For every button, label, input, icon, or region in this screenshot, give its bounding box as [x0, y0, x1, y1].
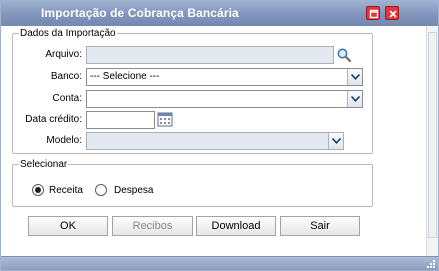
- select-type-group: Selecionar: [12, 159, 373, 207]
- maximize-icon: [369, 9, 379, 19]
- chevron-down-icon: [351, 96, 360, 102]
- banco-dropdown-button[interactable]: [347, 69, 362, 85]
- conta-dropdown-button[interactable]: [347, 91, 362, 107]
- modelo-select[interactable]: [86, 132, 344, 150]
- calendar-icon[interactable]: [157, 111, 173, 127]
- import-data-legend: Dados da Importação: [20, 28, 116, 39]
- chevron-down-icon: [351, 74, 360, 80]
- ok-button[interactable]: OK: [28, 216, 108, 236]
- despesa-label[interactable]: Despesa: [114, 185, 153, 196]
- window-title: Importação de Cobrança Bancária: [41, 6, 239, 20]
- import-window: Importação de Cobrança Bancária Dados da…: [0, 0, 439, 271]
- data-credito-field[interactable]: [86, 111, 155, 129]
- close-icon: [389, 10, 397, 18]
- maximize-button[interactable]: [366, 6, 380, 20]
- data-credito-label: Data crédito:: [25, 114, 82, 125]
- vertical-scrollbar[interactable]: [426, 26, 438, 257]
- radio-selected-dot: [35, 187, 41, 193]
- close-button[interactable]: [385, 6, 399, 20]
- banco-label: Banco:: [50, 71, 82, 82]
- conta-select[interactable]: [86, 90, 363, 108]
- download-button[interactable]: Download: [196, 216, 276, 236]
- scrollbar-thumb[interactable]: [428, 32, 437, 238]
- modelo-dropdown-button[interactable]: [328, 133, 343, 149]
- select-type-legend: Selecionar: [20, 159, 68, 170]
- sair-button[interactable]: Sair: [280, 216, 360, 236]
- receita-label[interactable]: Receita: [49, 185, 83, 196]
- title-bar[interactable]: Importação de Cobrança Bancária: [1, 1, 438, 26]
- modelo-label: Modelo:: [46, 135, 82, 146]
- resize-grip-icon[interactable]: [426, 259, 436, 269]
- banco-select[interactable]: --- Selecione ---: [86, 68, 363, 86]
- chevron-down-icon: [332, 138, 341, 144]
- recibos-button[interactable]: Recibos: [112, 216, 193, 236]
- conta-label: Conta:: [52, 93, 82, 104]
- arquivo-label: Arquivo:: [45, 49, 82, 60]
- arquivo-field[interactable]: [86, 46, 334, 64]
- receita-radio[interactable]: [32, 184, 44, 196]
- despesa-radio[interactable]: [95, 184, 107, 196]
- banco-selected-value: --- Selecione ---: [90, 71, 160, 82]
- status-bar: [1, 256, 438, 270]
- magnifier-icon[interactable]: [336, 47, 352, 63]
